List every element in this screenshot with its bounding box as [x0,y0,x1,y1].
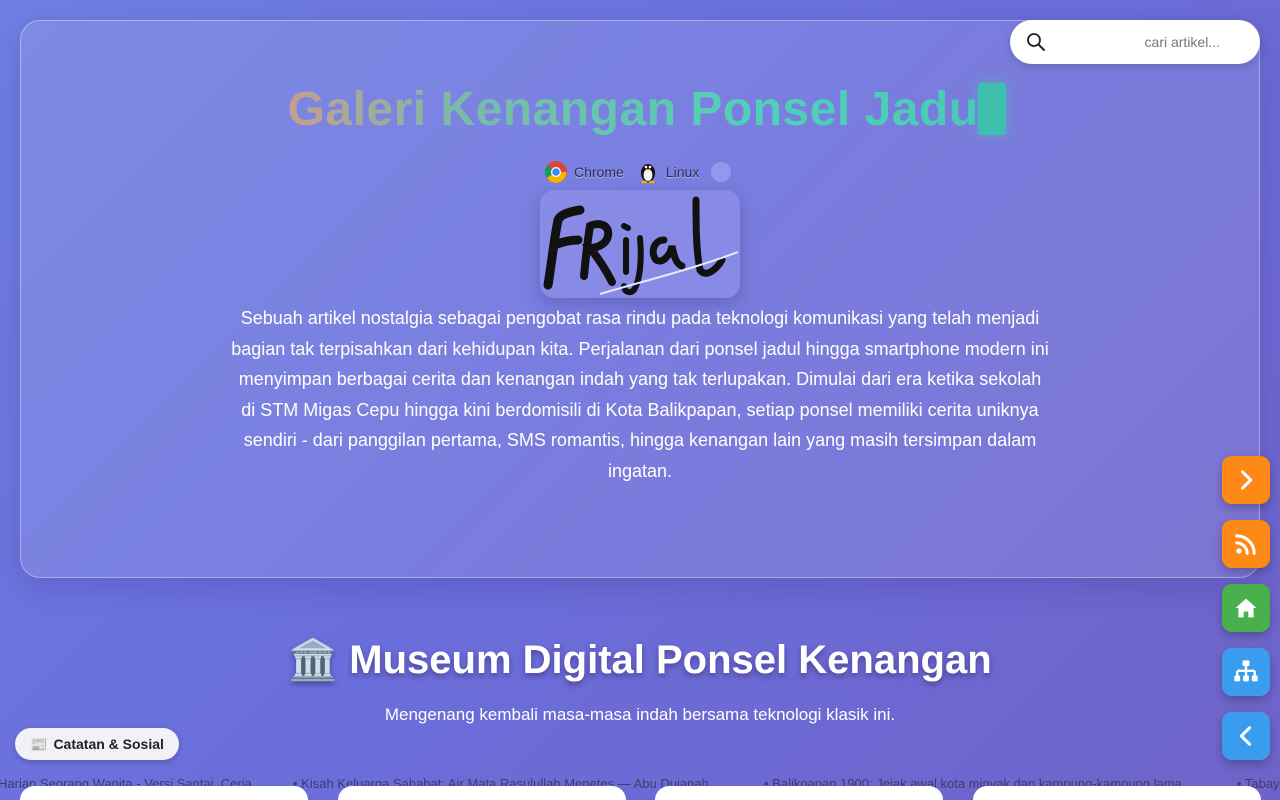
badge-dot [711,162,732,182]
chrome-icon [544,161,567,183]
newspaper-icon: 📰 [30,735,48,752]
sitemap-icon [1234,660,1258,682]
sitemap-button[interactable] [1222,648,1270,696]
badge-linux: Linux [636,160,699,184]
signature-image [540,190,740,298]
signature-graphic [543,196,739,296]
linux-tux-icon [640,164,655,184]
rss-icon [1235,534,1256,555]
museum-card[interactable] [655,786,943,800]
chevron-right-icon [1240,470,1253,490]
chevron-left-icon [1239,726,1252,746]
section-title: 🏛️ Museum Digital Ponsel Kenangan [0,636,1280,683]
museum-cards [0,786,1280,800]
museum-card[interactable] [338,786,626,800]
museum-title-text: Museum Digital Ponsel Kenangan [349,638,992,682]
rss-button[interactable] [1222,520,1270,568]
home-icon [1235,598,1257,618]
search-box[interactable] [1010,20,1260,64]
museum-icon: 🏛️ [288,638,339,682]
badge-chrome-label: Chrome [574,164,624,180]
badge-chrome: Chrome [544,160,624,184]
home-button[interactable] [1222,584,1270,632]
back-button[interactable] [1222,712,1270,760]
notes-social-button[interactable]: 📰 Catatan & Sosial [15,728,179,760]
next-button[interactable] [1222,456,1270,504]
page-title: Galeri Kenangan Ponsel Jadul [0,82,1280,137]
phone-icon [978,83,1006,135]
platform-badges: Chrome Linux [544,160,732,184]
search-input[interactable] [1056,28,1246,56]
notes-social-label: Catatan & Sosial [53,736,164,752]
museum-card[interactable] [20,786,308,800]
section-subtitle: Mengenang kembali masa-masa indah bersam… [384,705,896,724]
badge-linux-label: Linux [665,164,700,180]
museum-card[interactable] [973,786,1261,800]
hero-description: Sebuah artikel nostalgia sebagai pengoba… [231,308,1049,481]
search-icon [1027,33,1045,51]
